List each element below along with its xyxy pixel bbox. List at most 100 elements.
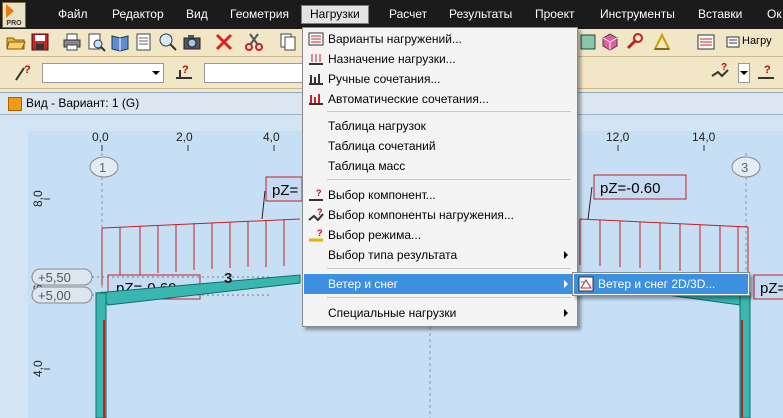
chevron-down-icon [740, 71, 748, 75]
menu-calculation[interactable]: Расчет [389, 6, 427, 23]
svg-text:?: ? [317, 208, 323, 217]
filter-combo-2[interactable] [204, 63, 306, 83]
menu-item-wind-snow-2d3d[interactable]: Ветер и снег 2D/3D... [574, 274, 748, 294]
menu-item-loads-table[interactable]: Таблица нагрузок [304, 116, 576, 136]
axis-marker-label: 1 [99, 160, 106, 175]
menu-loads[interactable]: Нагрузки [301, 5, 369, 24]
column-load-lines [103, 320, 743, 418]
element-number: 3 [224, 270, 232, 287]
menu-item-combinations-table[interactable]: Таблица сочетаний [304, 136, 576, 156]
svg-text:?: ? [316, 188, 322, 198]
menu-item-result-type[interactable]: Выбор типа результата [304, 245, 576, 265]
menu-item-wind-snow[interactable]: Ветер и снег [304, 274, 576, 294]
book-icon[interactable] [110, 32, 130, 52]
wrench-icon[interactable] [624, 32, 644, 52]
menu-insert[interactable]: Вставки [698, 6, 742, 23]
menu-item-select-load-component[interactable]: ? Выбор компоненты нагружения... [304, 205, 576, 225]
menu-view[interactable]: Вид [186, 6, 208, 23]
wind-snow-icon [578, 276, 594, 292]
menu-item-select-component[interactable]: ? Выбор компонент... [304, 185, 576, 205]
menu-bar: PRO Файл Редактор Вид Геометрия Нагрузки… [0, 0, 783, 29]
menu-results[interactable]: Результаты [449, 6, 512, 23]
load-label: pZ= [272, 182, 299, 199]
submenu-arrow-icon [564, 280, 568, 288]
menu-tools[interactable]: Инструменты [600, 6, 675, 23]
chevron-down-icon [152, 71, 160, 75]
menu-geometry[interactable]: Геометрия [230, 6, 289, 23]
load-query-icon[interactable]: ? [174, 62, 194, 82]
svg-text:?: ? [24, 64, 31, 76]
wind-snow-submenu: Ветер и снег 2D/3D... [572, 272, 750, 296]
menu-separator [327, 111, 571, 112]
save-icon[interactable] [30, 32, 50, 52]
svg-text:?: ? [721, 62, 727, 73]
load-mode-icon[interactable]: ? [710, 62, 730, 82]
query-icon[interactable]: ? [14, 62, 34, 82]
svg-text:?: ? [182, 64, 189, 76]
submenu-arrow-icon [564, 251, 568, 259]
logo-mark-icon [6, 4, 14, 18]
auto-combinations-icon [309, 94, 323, 105]
axis-marker-label: 3 [741, 160, 748, 175]
triangle-tool-icon[interactable] [652, 32, 672, 52]
menu-item-special-loads[interactable]: Специальные нагрузки [304, 303, 576, 323]
select-component-icon: ? [309, 188, 323, 201]
menu-item-auto-combinations[interactable]: Автоматические сочетания... [304, 89, 576, 109]
left-ruler [0, 115, 28, 418]
menu-separator [327, 297, 571, 298]
x-tick-label: 4,0 [263, 130, 280, 144]
toolbar-loads-button[interactable]: Нагру [742, 35, 772, 47]
results-query-icon[interactable]: ? [756, 62, 776, 82]
menu-window[interactable]: Ок [767, 6, 782, 23]
y-tick-label: 4,0 [31, 360, 45, 377]
open-folder-icon[interactable] [6, 32, 26, 52]
svg-text:?: ? [764, 64, 771, 76]
submenu-arrow-icon [564, 309, 568, 317]
print-icon[interactable] [62, 32, 82, 52]
copy-icon[interactable] [278, 32, 298, 52]
print-preview-icon[interactable] [86, 32, 106, 52]
svg-text:?: ? [317, 228, 323, 238]
menu-item-select-mode[interactable]: ? Выбор режима... [304, 225, 576, 245]
load-label: pZ=-0.60 [600, 180, 660, 197]
assign-load-icon [309, 54, 323, 65]
mode-combo[interactable] [738, 63, 750, 83]
select-mode-icon: ? [309, 228, 323, 242]
load-label: pZ=-0.60 [760, 280, 783, 297]
menu-separator [327, 268, 571, 269]
menu-item-assign-load[interactable]: Назначение нагрузки... [304, 49, 576, 69]
toolbar-load-icon [726, 36, 740, 48]
menu-item-masses-table[interactable]: Таблица масс [304, 156, 576, 176]
cut-icon[interactable] [244, 32, 264, 52]
y-tick-label: 8,0 [31, 190, 45, 207]
abacus-icon[interactable] [696, 32, 716, 52]
load-arrows-left [119, 219, 285, 275]
load-arrows-right [599, 220, 739, 276]
delete-icon[interactable] [214, 32, 234, 52]
select-load-component-icon: ? [308, 208, 324, 222]
app-logo[interactable]: PRO [2, 2, 26, 28]
cube-icon[interactable] [600, 32, 620, 52]
viewport-title: Вид - Вариант: 1 (G) [26, 96, 140, 110]
x-tick-label: 0,0 [92, 130, 109, 144]
menu-project[interactable]: Проект [535, 6, 575, 23]
menu-item-manual-combinations[interactable]: Ручные сочетания... [304, 69, 576, 89]
camera-icon[interactable] [182, 32, 202, 52]
menu-file[interactable]: Файл [58, 6, 88, 23]
structure-tool-icon[interactable] [578, 32, 598, 52]
manual-combinations-icon [309, 74, 323, 85]
level-label: +5,00 [38, 288, 71, 303]
level-label: +5,50 [38, 270, 71, 285]
x-tick-label: 14,0 [692, 130, 716, 144]
load-cases-icon [308, 32, 324, 46]
filter-combo-1[interactable] [42, 63, 164, 83]
document-icon[interactable] [134, 32, 154, 52]
menu-item-load-cases[interactable]: Варианты нагружений... [304, 29, 576, 49]
view-icon [8, 97, 22, 111]
loads-dropdown-menu: Варианты нагружений... Назначение нагруз… [302, 27, 578, 327]
menu-separator [327, 179, 571, 180]
logo-text: PRO [6, 20, 22, 27]
menu-editor[interactable]: Редактор [112, 6, 164, 23]
x-tick-label: 2,0 [176, 130, 193, 144]
zoom-icon[interactable] [158, 32, 178, 52]
